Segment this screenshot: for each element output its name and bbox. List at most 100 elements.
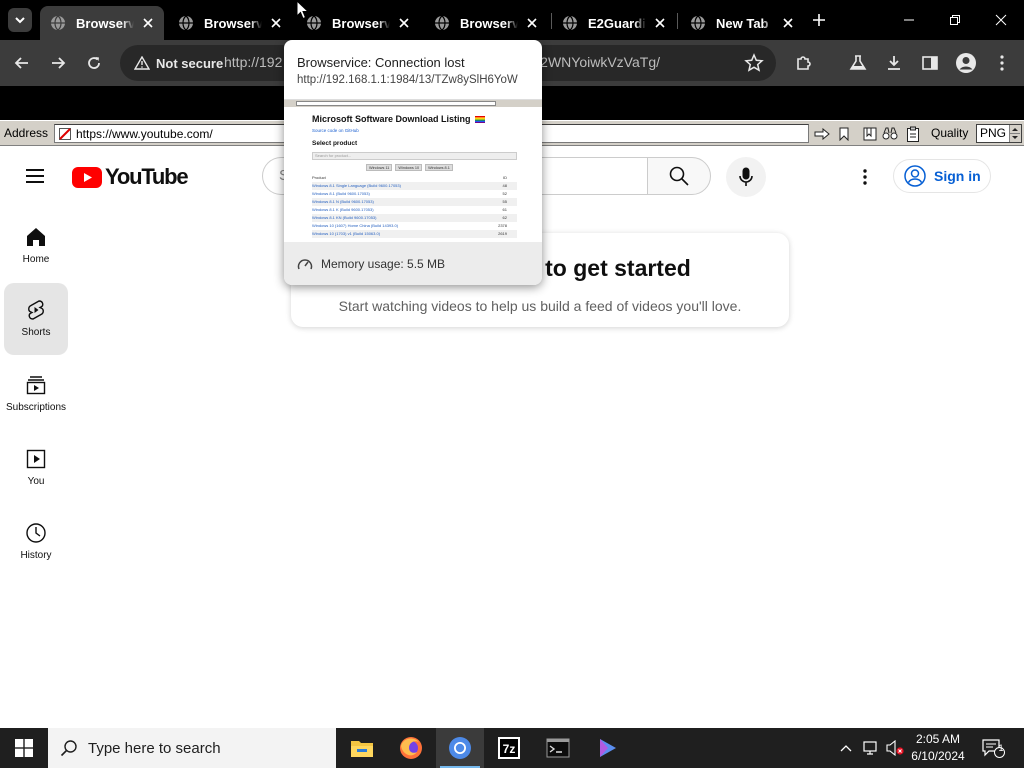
thumbnail-source-link: Source code on GitHub — [312, 128, 359, 133]
restore-button[interactable] — [932, 0, 978, 40]
sidebar-item-label: Home — [22, 254, 50, 265]
downloads-button[interactable] — [881, 50, 907, 76]
tab-title: Browservice: Connection lost — [332, 15, 390, 31]
bookmarks-list-button[interactable] — [860, 124, 880, 143]
microphone-icon — [739, 167, 753, 186]
tab-title: Browservice: Connection lost — [460, 15, 518, 31]
chrome-menu-button[interactable] — [989, 50, 1015, 76]
security-chip[interactable]: Not secure — [126, 50, 231, 76]
tab-4[interactable]: Browservice: Connection lost — [424, 6, 548, 40]
taskbar-app-7zip[interactable]: 7z — [485, 728, 533, 768]
bookmark-star-icon[interactable] — [744, 53, 764, 73]
tab-5[interactable]: E2Guardian — [552, 6, 676, 40]
thumbnail-row: Windows 10 (1703) v1 (Build 15063.0) 2619 — [312, 230, 517, 238]
hamburger-line — [26, 175, 44, 177]
tab-close-icon[interactable] — [780, 15, 796, 31]
profile-button[interactable] — [953, 50, 979, 76]
hover-card-footer: Memory usage: 5.5 MB — [284, 242, 542, 285]
labs-button[interactable] — [845, 50, 871, 76]
tab-close-icon[interactable] — [140, 15, 156, 31]
restore-icon — [950, 15, 960, 25]
tab-close-icon[interactable] — [396, 15, 412, 31]
globe-icon — [179, 15, 193, 31]
hover-card-url: http://192.168.1.1:1984/13/TZw8ySlH6YoW — [297, 74, 518, 86]
sign-in-button[interactable]: Sign in — [893, 159, 991, 193]
taskbar-app-terminal[interactable] — [534, 728, 582, 768]
voice-search-button[interactable] — [726, 157, 766, 197]
sidebar-item-subscriptions[interactable]: Subscriptions — [4, 358, 68, 430]
sidebar-item-home[interactable]: Home — [4, 210, 68, 282]
globe-icon — [51, 15, 65, 31]
network-icon — [863, 741, 877, 755]
firefox-icon — [400, 737, 422, 759]
page-broken-icon — [59, 127, 71, 140]
puzzle-icon — [797, 56, 811, 70]
clipboard-button[interactable] — [903, 124, 923, 143]
new-tab-button[interactable] — [808, 9, 830, 31]
guide-menu-button[interactable] — [24, 168, 48, 184]
back-button[interactable] — [9, 50, 35, 76]
tab-close-icon[interactable] — [268, 15, 284, 31]
thumbnail-row-name: Windows 10 (1703) v1 (Build 15063.0) — [312, 231, 381, 236]
youtube-logo[interactable]: YouTube — [72, 164, 189, 190]
thumbnail-filters: Windows 11 Windows 10 Windows 8.1 — [366, 164, 453, 171]
tab-title: New Tab — [716, 15, 769, 31]
tab-6[interactable]: New Tab — [680, 6, 804, 40]
flask-icon — [849, 55, 867, 70]
forward-button[interactable] — [45, 50, 71, 76]
minimize-button[interactable] — [886, 0, 932, 40]
tab-1[interactable]: Browservice: Connection lost — [40, 6, 164, 40]
taskbar-clock[interactable]: 2:05 AM 6/10/2024 — [906, 731, 970, 765]
account-circle-icon — [904, 165, 926, 187]
start-button[interactable] — [0, 728, 48, 768]
globe-icon — [435, 15, 449, 31]
quality-label: Quality — [931, 126, 969, 140]
show-hidden-icons-button[interactable] — [836, 728, 856, 768]
you-icon — [26, 449, 46, 469]
windows-logo-icon — [15, 739, 33, 757]
taskbar-app-file-explorer[interactable] — [338, 728, 386, 768]
thumbnail-row: Windows 8.1 N (Build 9600.17053) 55 — [312, 198, 517, 206]
thumbnail-row-name: Windows 8.1 N (Build 9600.17053) — [312, 199, 374, 204]
sidebar-item-shorts[interactable]: Shorts — [4, 283, 68, 355]
binoculars-icon — [882, 127, 898, 139]
find-button[interactable] — [880, 124, 900, 143]
network-tray-icon[interactable] — [860, 728, 882, 768]
chromium-icon — [449, 737, 471, 759]
sidebar-item-you[interactable]: You — [4, 432, 68, 504]
tab-2[interactable]: Browservice: Connection lost — [168, 6, 292, 40]
sidebar-item-history[interactable]: History — [4, 506, 68, 578]
tab-search-button[interactable] — [8, 8, 32, 32]
action-center-button[interactable]: 1 — [978, 728, 1008, 768]
taskbar-app-chromium[interactable] — [436, 728, 484, 768]
tab-close-icon[interactable] — [652, 15, 668, 31]
reload-button[interactable] — [81, 50, 107, 76]
thumbnail-row-id: 2378 — [498, 223, 507, 228]
notification-count: 1 — [998, 743, 1004, 753]
settings-menu-button[interactable] — [852, 164, 878, 190]
close-icon — [995, 14, 1007, 26]
arrow-right-icon — [52, 57, 66, 69]
quality-select[interactable]: PNG — [976, 124, 1022, 143]
thumbnail-filter: Windows 8.1 — [425, 164, 453, 171]
extensions-button[interactable] — [791, 50, 817, 76]
quality-spinner[interactable] — [1009, 125, 1021, 142]
taskbar-search-box[interactable]: Type here to search — [48, 728, 336, 768]
side-panel-button[interactable] — [917, 50, 943, 76]
bookmark-button[interactable] — [834, 124, 854, 143]
go-button[interactable] — [812, 124, 832, 143]
sidebar-item-label: History — [20, 550, 52, 561]
tab-3[interactable]: Browservice: Connection lost — [296, 6, 420, 40]
volume-tray-icon[interactable] — [884, 728, 906, 768]
svg-text:7z: 7z — [503, 742, 516, 756]
taskbar-app-firefox[interactable] — [387, 728, 435, 768]
chevron-up-icon — [840, 745, 852, 752]
taskbar-app-media-player[interactable] — [583, 728, 631, 768]
memory-usage: Memory usage: 5.5 MB — [321, 256, 446, 271]
quality-value: PNG — [980, 126, 1007, 140]
search-button[interactable] — [647, 157, 711, 195]
close-window-button[interactable] — [978, 0, 1024, 40]
chevron-down-icon — [15, 17, 25, 24]
tab-close-icon[interactable] — [524, 15, 540, 31]
tab-title: Browservice: Connection lost — [204, 15, 262, 31]
